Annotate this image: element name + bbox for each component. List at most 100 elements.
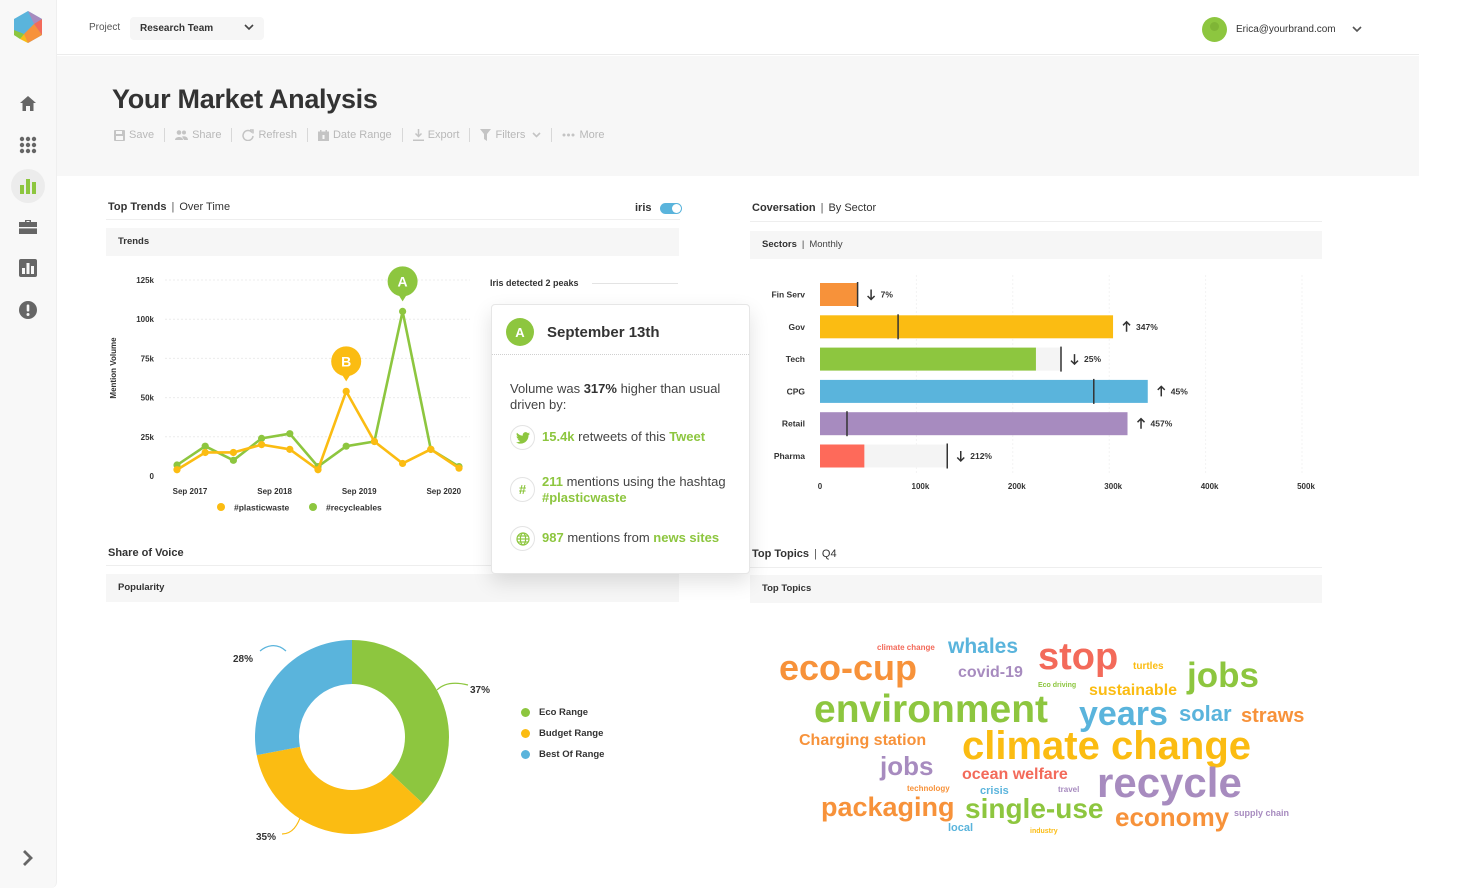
top-topics-subtitle: Q4 bbox=[821, 548, 837, 560]
chevron-down-icon bbox=[244, 24, 254, 31]
sidebar-item-apps[interactable] bbox=[11, 128, 45, 162]
y-tick-label: 100k bbox=[136, 315, 154, 324]
hexagon-logo[interactable] bbox=[12, 10, 44, 44]
topic-word[interactable]: covid-19 bbox=[958, 665, 1023, 681]
driver-text: retweets of this bbox=[574, 429, 670, 444]
divider bbox=[106, 219, 680, 220]
divider bbox=[750, 221, 1322, 222]
y-tick-label: 25k bbox=[141, 433, 155, 442]
iris-toggle[interactable]: iris bbox=[635, 202, 682, 214]
refresh-icon bbox=[242, 129, 255, 141]
category-label: Fin Serv bbox=[771, 290, 805, 300]
save-button[interactable]: Save bbox=[114, 129, 154, 141]
chevron-right-icon[interactable] bbox=[18, 848, 38, 868]
refresh-button[interactable]: Refresh bbox=[242, 129, 297, 141]
x-tick-label: 300k bbox=[1104, 482, 1122, 491]
sidebar-item-home[interactable] bbox=[11, 86, 45, 120]
data-point bbox=[286, 445, 294, 453]
sectors-subbar-period: Monthly bbox=[809, 239, 843, 250]
y-tick-label: 0 bbox=[150, 472, 155, 481]
date-range-label: Date Range bbox=[332, 129, 392, 141]
more-button[interactable]: More bbox=[562, 129, 605, 141]
export-label: Export bbox=[427, 129, 460, 141]
driver-text: mentions using the hashtag bbox=[562, 474, 726, 489]
sidebar-item-analytics[interactable] bbox=[11, 169, 45, 203]
sector-bar-chart: 0 100k 200k 300k 400k 500k Fin Serv 7% Gov 347% Te… bbox=[771, 275, 1315, 491]
topic-word[interactable]: turtles bbox=[1133, 662, 1164, 672]
share-button[interactable]: Share bbox=[175, 129, 221, 141]
briefcase-icon bbox=[19, 220, 37, 234]
card-header: A September 13th bbox=[492, 305, 749, 355]
share-label: Share bbox=[192, 129, 222, 141]
topic-word[interactable]: straws bbox=[1241, 706, 1304, 726]
top-topics-subbar: Top Topics bbox=[750, 575, 1322, 603]
topic-word[interactable]: jobs bbox=[880, 753, 933, 779]
data-point bbox=[258, 434, 266, 442]
data-point bbox=[229, 448, 237, 457]
topic-word[interactable]: whales bbox=[948, 636, 1018, 657]
series-line-recycleables bbox=[176, 310, 460, 468]
divider bbox=[551, 128, 553, 142]
export-button[interactable]: Export bbox=[412, 129, 460, 141]
change-label: 7% bbox=[881, 290, 894, 300]
topic-word[interactable]: recycle bbox=[1097, 762, 1242, 804]
bar-row: Pharma 212% bbox=[774, 443, 992, 469]
twitter-icon bbox=[510, 425, 535, 450]
legend-dot bbox=[217, 503, 225, 511]
chevron-down-icon bbox=[1352, 25, 1362, 32]
report-icon bbox=[19, 259, 37, 277]
slice-label: 28% bbox=[233, 654, 253, 665]
trends-title: Top Trends bbox=[108, 201, 167, 213]
change-label: 45% bbox=[1171, 386, 1188, 396]
topic-word[interactable]: eco-cup bbox=[779, 650, 917, 686]
toolbar: Save Share Refresh Date Range Export Fil… bbox=[114, 128, 605, 142]
sidebar-item-alerts[interactable] bbox=[11, 293, 45, 327]
slice-label: 35% bbox=[256, 832, 276, 843]
data-point bbox=[427, 445, 435, 453]
topic-word[interactable]: economy bbox=[1115, 804, 1229, 830]
topic-word[interactable]: single-use bbox=[965, 795, 1103, 823]
divider bbox=[750, 567, 1322, 568]
filters-dropdown[interactable]: Filters bbox=[480, 129, 542, 141]
legend-dot bbox=[309, 503, 317, 511]
topic-word[interactable]: ocean welfare bbox=[962, 767, 1068, 783]
topic-word[interactable]: solar bbox=[1179, 703, 1232, 725]
toggle-switch[interactable] bbox=[659, 202, 682, 214]
leader-line bbox=[436, 682, 469, 691]
topic-word[interactable]: stop bbox=[1038, 638, 1118, 676]
news-sites-link[interactable]: news sites bbox=[653, 530, 719, 545]
sectors-subbar: Sectors | Monthly bbox=[750, 231, 1322, 259]
bar bbox=[820, 444, 865, 468]
date-range-button[interactable]: Date Range bbox=[317, 129, 392, 141]
data-point bbox=[370, 437, 378, 446]
data-point bbox=[342, 387, 350, 395]
x-tick-label: Sep 2019 bbox=[342, 487, 377, 496]
project-select[interactable]: Research Team bbox=[130, 17, 264, 40]
series-line-plasticwaste bbox=[176, 390, 460, 472]
arrow-up-icon bbox=[1157, 385, 1166, 397]
bar-row: Retail 457% bbox=[782, 411, 1173, 437]
topic-word[interactable]: industry bbox=[1030, 828, 1058, 835]
y-tick-label: 125k bbox=[136, 276, 154, 285]
hashtag-link[interactable]: #plasticwaste bbox=[542, 490, 627, 505]
sidebar-item-reports[interactable] bbox=[11, 251, 45, 285]
iris-toggle-label: iris bbox=[635, 202, 652, 214]
topic-word[interactable]: supply chain bbox=[1234, 809, 1289, 818]
save-icon bbox=[114, 129, 125, 141]
tweet-link[interactable]: Tweet bbox=[669, 429, 705, 444]
avatar bbox=[1202, 16, 1227, 42]
project-label: Project bbox=[89, 22, 121, 33]
slice-label: 37% bbox=[470, 685, 490, 696]
topic-word[interactable]: local bbox=[948, 823, 973, 834]
sidebar-item-briefcase[interactable] bbox=[11, 210, 45, 244]
topic-word[interactable]: packaging bbox=[821, 794, 955, 821]
bar-chart-icon bbox=[20, 179, 36, 194]
user-menu[interactable]: Erica@yourbrand.com bbox=[1202, 16, 1362, 42]
topic-word[interactable]: Charging station bbox=[799, 733, 926, 749]
popularity-subbar-label: Popularity bbox=[118, 582, 165, 593]
topic-word[interactable]: jobs bbox=[1187, 658, 1259, 693]
data-point bbox=[455, 464, 463, 472]
globe-icon bbox=[510, 526, 535, 551]
data-point bbox=[399, 459, 407, 468]
bar bbox=[820, 283, 858, 306]
